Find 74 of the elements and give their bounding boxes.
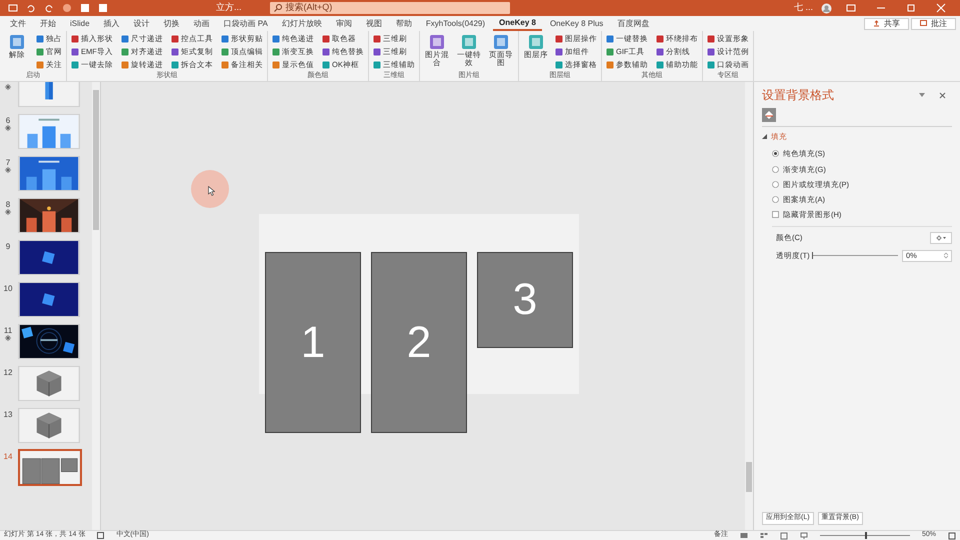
fit-to-window-icon[interactable] (948, 532, 956, 540)
ribbon-tab[interactable]: OneKey 8 Plus (544, 16, 610, 31)
ribbon-tab[interactable]: 文件 (4, 16, 32, 31)
circle-icon[interactable] (62, 3, 72, 13)
undo-icon[interactable] (26, 3, 36, 13)
cursor-icon (208, 186, 215, 196)
redo-icon[interactable] (44, 3, 54, 13)
search-icon (274, 4, 282, 12)
ribbon-tab[interactable]: FxyhTools(0429) (420, 16, 492, 31)
radio-button[interactable] (772, 180, 779, 188)
normal-view-icon[interactable] (740, 532, 748, 540)
ribbon-display-icon[interactable] (846, 3, 856, 13)
square-icon[interactable] (98, 3, 108, 13)
rectangle-shape: 3 (477, 252, 573, 348)
rectangle-shape: 1 (265, 252, 361, 433)
user-name: 七 ... (794, 1, 813, 14)
square-icon[interactable] (80, 3, 90, 13)
save-icon[interactable] (8, 3, 18, 13)
slide-number: 13 (4, 410, 12, 419)
reading-view-icon[interactable] (780, 532, 788, 540)
radio-button[interactable] (772, 166, 779, 173)
ribbon-tab[interactable]: 幻灯片放映 (276, 16, 328, 31)
ribbon-tab[interactable]: 开始 (34, 16, 62, 31)
tool-icon (429, 34, 445, 50)
ribbon-tab[interactable]: 帮助 (390, 16, 418, 31)
fill-tab[interactable] (762, 108, 776, 122)
comment-icon (920, 20, 927, 27)
radio-button[interactable] (772, 196, 779, 204)
ribbon-tab[interactable]: 设计 (128, 16, 156, 31)
ribbon-tab[interactable]: 插入 (98, 16, 126, 31)
checkbox[interactable] (772, 211, 779, 218)
ribbon-tab[interactable]: 视图 (360, 16, 388, 31)
sorter-view-icon[interactable] (760, 532, 768, 540)
expand-icon (762, 134, 767, 140)
dropdown-icon[interactable] (919, 92, 925, 98)
tool-icon (528, 34, 544, 50)
click-indicator (191, 170, 229, 208)
slide-number: 9 (6, 242, 10, 251)
ribbon-tab[interactable]: iSlide (64, 16, 96, 31)
comment-button[interactable]: 批注 (911, 18, 956, 30)
avatar-icon[interactable] (821, 2, 832, 14)
ribbon-tab[interactable]: 百度网盘 (611, 16, 656, 31)
ribbon-tab[interactable]: 审阅 (330, 16, 358, 31)
slideshow-icon[interactable] (800, 532, 808, 540)
spinner-icon[interactable] (944, 252, 948, 259)
slide-thumbnail[interactable] (18, 449, 82, 486)
slide-number: 10 (4, 284, 12, 293)
ribbon-tab[interactable]: 口袋动画 PA (218, 16, 274, 31)
slide-number: 6 (6, 116, 10, 125)
ribbon-tab[interactable]: 动画 (188, 16, 216, 31)
search-field[interactable]: 搜索(Alt+Q) (270, 2, 510, 14)
slide-number: 8 (6, 200, 10, 209)
tool-icon (493, 34, 509, 50)
pane-title: 设置背景格式 (762, 87, 835, 104)
radio-button[interactable] (772, 150, 779, 158)
scrollbar[interactable] (745, 82, 753, 530)
scrollbar[interactable] (92, 82, 100, 530)
slide-number: 7 (6, 158, 10, 167)
color-picker-button[interactable] (930, 232, 952, 244)
slider-track[interactable] (812, 252, 898, 259)
slide-number: 11 (4, 326, 12, 335)
share-icon (873, 20, 880, 27)
slide-number: 14 (4, 452, 12, 461)
zoom-slider[interactable] (820, 532, 910, 539)
zoom-slider-thumb[interactable] (864, 532, 867, 539)
slide-number: 12 (4, 368, 12, 377)
tool-icon (9, 34, 25, 50)
window-title: 立方... (216, 1, 242, 14)
tool-icon (461, 34, 477, 50)
ribbon-tab[interactable]: 切换 (158, 16, 186, 31)
rectangle-shape: 2 (371, 252, 467, 433)
close-icon[interactable] (939, 92, 946, 98)
maximize-icon[interactable] (906, 3, 916, 13)
share-button[interactable]: 共享 (864, 18, 909, 30)
